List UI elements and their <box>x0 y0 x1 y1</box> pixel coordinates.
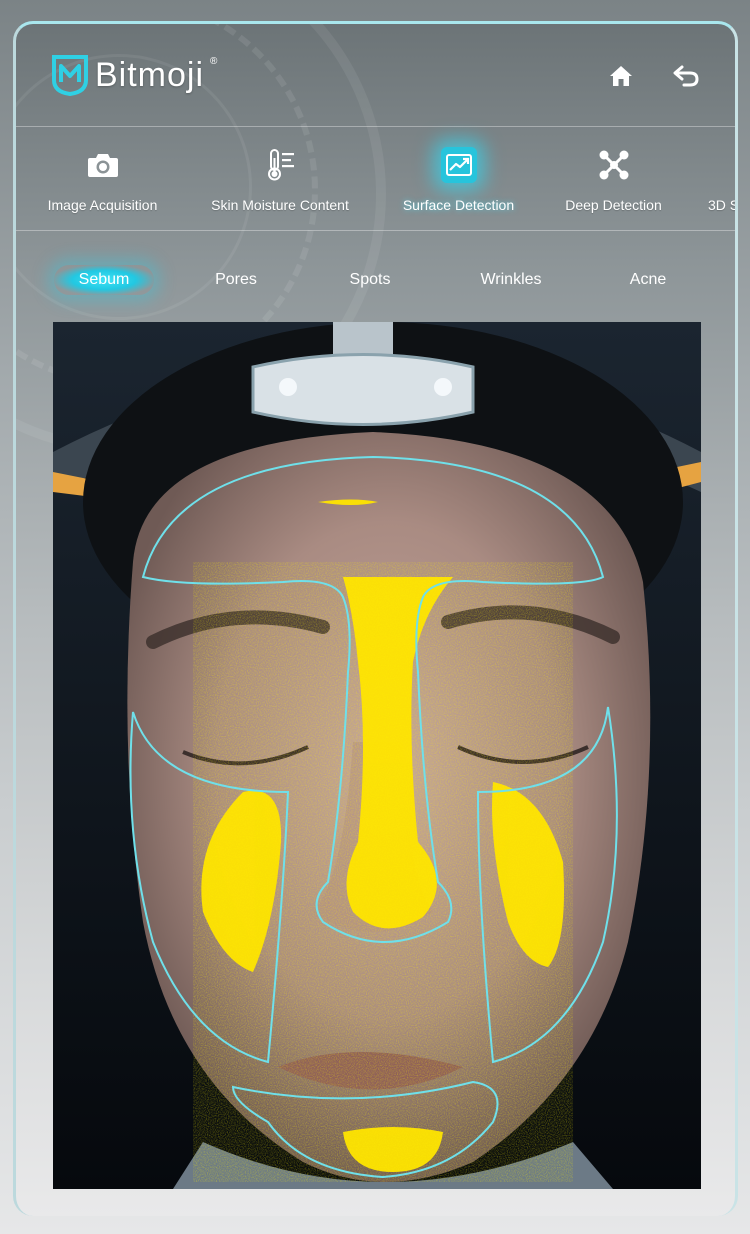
image-chart-icon <box>440 147 477 183</box>
sebum-map-illustration <box>53 322 701 1189</box>
home-icon <box>610 66 632 86</box>
face-analysis-image <box>53 322 701 1189</box>
tab-icon-placeholder <box>708 147 735 183</box>
brand-name: Bitmoji <box>95 55 205 94</box>
tab-3d-partial[interactable]: 3D S <box>708 127 738 230</box>
tab-image-acquisition[interactable]: Image Acquisition <box>40 127 165 230</box>
molecule-icon <box>596 147 632 183</box>
device-frame: Bitmoji ® Image Acquisition Skin Moistur… <box>13 21 738 1216</box>
tab-label: 3D S <box>708 197 738 213</box>
home-button[interactable] <box>606 61 636 91</box>
brand-logo: Bitmoji ® <box>51 54 217 96</box>
tab-label: Deep Detection <box>565 197 662 213</box>
app-header: Bitmoji ® <box>16 24 735 126</box>
tab-deep-detection[interactable]: Deep Detection <box>556 127 671 230</box>
back-arrow-icon <box>673 65 699 87</box>
camera-icon <box>85 147 121 183</box>
tab-surface-detection[interactable]: Surface Detection <box>396 127 521 230</box>
registered-mark: ® <box>210 56 218 67</box>
tab-label: Skin Moisture Content <box>211 197 349 213</box>
subtab-pores[interactable]: Pores <box>196 265 276 295</box>
main-tab-bar: Image Acquisition Skin Moisture Content <box>16 127 735 230</box>
brand-mark-icon <box>52 55 88 96</box>
subtab-acne[interactable]: Acne <box>608 265 688 295</box>
tab-label: Image Acquisition <box>47 197 158 213</box>
tab-label: Surface Detection <box>402 197 515 213</box>
subtab-spots[interactable]: Spots <box>330 265 410 295</box>
back-button[interactable] <box>671 61 701 91</box>
subtab-sebum[interactable]: Sebum <box>54 265 154 295</box>
subtab-wrinkles[interactable]: Wrinkles <box>466 265 556 295</box>
thermometer-icon <box>262 147 298 183</box>
tab-skin-moisture-content[interactable]: Skin Moisture Content <box>205 127 355 230</box>
sub-tab-bar: Sebum Pores Spots Wrinkles Acne <box>16 231 735 323</box>
